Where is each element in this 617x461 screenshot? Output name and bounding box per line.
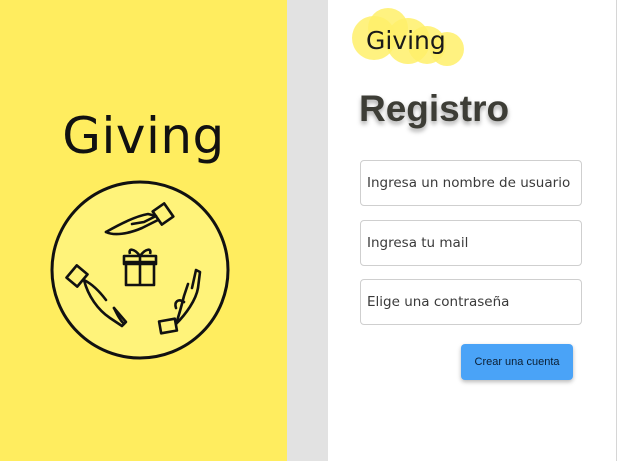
- form-title: Registro: [359, 88, 510, 129]
- hero-panel: Giving: [0, 0, 287, 461]
- password-input[interactable]: [360, 279, 582, 325]
- hands-gift-icon: [50, 180, 230, 360]
- email-input[interactable]: [360, 220, 582, 266]
- username-input[interactable]: [360, 160, 582, 206]
- create-account-button[interactable]: Crear una cuenta: [461, 344, 573, 380]
- gutter-divider: [287, 0, 328, 461]
- hero-title: Giving: [62, 107, 225, 165]
- brand-name: Giving: [366, 26, 446, 55]
- brand-logo: Giving: [350, 8, 470, 70]
